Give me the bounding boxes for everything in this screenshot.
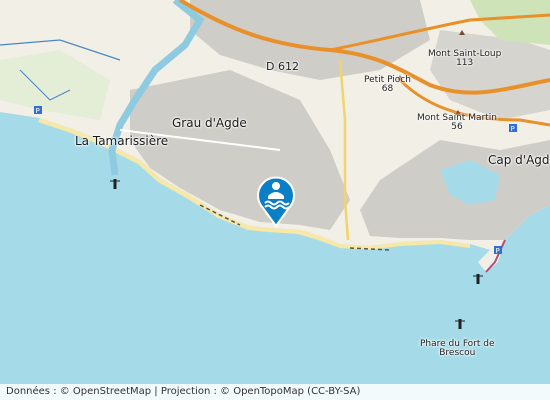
map-attribution[interactable]: Données : © OpenStreetMap | Projection :… (0, 384, 550, 400)
svg-text:P: P (36, 107, 40, 115)
label-mont-saint-martin: Mont Saint Martin 56 (417, 114, 497, 132)
label-phare-brescou: Phare du Fort de Brescou (420, 340, 495, 358)
label-grau-dagde: Grau d'Agde (172, 116, 247, 130)
svg-text:P: P (496, 247, 500, 255)
lighthouse-icon (473, 274, 483, 284)
parking-icon: P (494, 246, 502, 255)
lighthouse-icon (110, 179, 120, 189)
swimming-location-marker[interactable] (255, 174, 297, 228)
label-mont-saint-loup: Mont Saint-Loup 113 (428, 50, 501, 68)
label-road-d612: D 612 (266, 60, 299, 73)
mont-saint-martin-elevation: 56 (451, 122, 463, 132)
parking-icon: P (509, 124, 517, 133)
lighthouse-icon (455, 319, 465, 329)
parking-icon: P (34, 106, 42, 115)
phare-line-2: Brescou (439, 348, 476, 358)
label-la-tamarissiere: La Tamarissière (75, 134, 169, 148)
map-view[interactable]: P P P Grau d'Agde La Tamarissière Cap d'… (0, 0, 550, 400)
mont-saint-loup-elevation: 113 (456, 58, 474, 68)
map-pin (257, 176, 295, 228)
svg-text:P: P (511, 125, 515, 133)
label-cap-dagde: Cap d'Agde (488, 153, 550, 167)
petit-pioch-elevation: 68 (381, 84, 394, 94)
label-petit-pioch: Petit Pioch 68 (364, 76, 411, 94)
